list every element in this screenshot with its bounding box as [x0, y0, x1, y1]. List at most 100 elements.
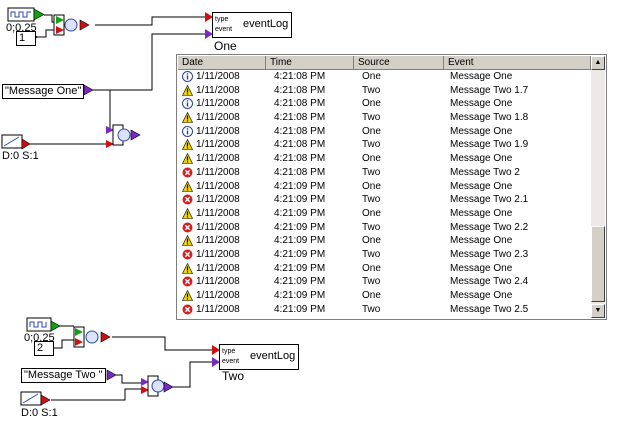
cell-time: 4:21:09 PM [274, 262, 326, 274]
cell-source: Two [362, 221, 381, 233]
cell-date: 1/11/2008 [196, 207, 240, 219]
cell-time: 4:21:09 PM [274, 221, 326, 233]
error-icon [182, 222, 193, 233]
column-header-event[interactable]: Event [444, 56, 591, 70]
eventlog-pin-event: event [215, 26, 233, 33]
message-block-top[interactable]: "Message One" [2, 84, 85, 99]
table-row[interactable]: 1/11/2008 4:21:09 PM Two Message Two 2.4 [178, 275, 591, 289]
cell-event: Message Two 2.2 [450, 221, 529, 233]
cell-source: One [362, 153, 381, 165]
column-header-date[interactable]: Date [178, 56, 266, 70]
table-row[interactable]: 1/11/2008 4:21:08 PM Two Message Two 1.9 [178, 138, 591, 152]
cell-event: Message Two 2.1 [450, 194, 529, 206]
switch-icon-msg-top [117, 128, 131, 142]
cell-date: 1/11/2008 [196, 303, 240, 315]
cell-date: 1/11/2008 [196, 194, 240, 206]
warning-icon [182, 180, 193, 192]
table-row[interactable]: 1/11/2008 4:21:09 PM Two Message Two 2.3 [178, 248, 591, 262]
timer-block [7, 7, 35, 22]
dispatcher-label-bottom: D:0 S:1 [21, 407, 58, 419]
message-block-bottom[interactable]: "Message Two " [21, 368, 106, 383]
eventlog-pin-type: type [215, 16, 229, 23]
eventlog-caption-bottom: Two [222, 369, 245, 383]
cell-date: 1/11/2008 [196, 276, 240, 288]
cell-time: 4:21:09 PM [274, 276, 326, 288]
warning-icon [182, 235, 193, 247]
warning-icon [182, 207, 193, 219]
cell-source: One [362, 180, 381, 192]
cell-event: Message One [450, 180, 513, 192]
eventlog-pin-event: event [222, 358, 240, 365]
table-row[interactable]: 1/11/2008 4:21:09 PM One Message One [178, 207, 591, 221]
error-icon [182, 167, 193, 178]
table-row[interactable]: 1/11/2008 4:21:09 PM One Message One [178, 289, 591, 303]
cell-source: One [362, 98, 381, 110]
cell-time: 4:21:09 PM [274, 235, 326, 247]
table-row[interactable]: 1/11/2008 4:21:09 PM One Message One [178, 234, 591, 248]
cell-event: Message Two 1.8 [450, 112, 529, 124]
constant-block-top[interactable]: 1 [16, 31, 36, 46]
warning-icon [182, 112, 193, 123]
cell-date: 1/11/2008 [196, 262, 240, 274]
eventlog-block-top[interactable]: type event eventLog [212, 12, 292, 38]
warning-icon [182, 262, 193, 274]
table-row[interactable]: 1/11/2008 4:21:09 PM One Message One [178, 180, 591, 194]
cell-source: Two [362, 194, 381, 206]
table-row[interactable]: 1/11/2008 4:21:08 PM One Message One [178, 97, 591, 111]
warning-icon [182, 139, 193, 151]
warning-icon [182, 153, 193, 164]
eventlog-block-bottom[interactable]: type event eventLog [219, 344, 299, 370]
cell-date: 1/11/2008 [196, 139, 240, 151]
info-icon [182, 71, 193, 82]
table-row[interactable]: 1/11/2008 4:21:08 PM Two Message Two 1.8 [178, 111, 591, 125]
cell-date: 1/11/2008 [196, 290, 240, 301]
table-row[interactable]: 1/11/2008 4:21:08 PM Two Message Two 2 [178, 166, 591, 180]
table-row[interactable]: 1/11/2008 4:21:09 PM Two Message Two 2.1 [178, 193, 591, 207]
table-row[interactable]: 1/11/2008 4:21:08 PM Two Message Two 1.7 [178, 84, 591, 98]
table-row[interactable]: 1/11/2008 4:21:08 PM One Message One [178, 125, 591, 139]
scroll-thumb[interactable] [591, 226, 605, 302]
cell-time: 4:21:09 PM [274, 248, 326, 260]
table-row[interactable]: 1/11/2008 4:21:08 PM One Message One [178, 70, 591, 84]
cell-time: 4:21:09 PM [274, 290, 326, 301]
event-log-table[interactable]: Date Time Source Event 1/11/2008 4:21:08 … [176, 54, 607, 320]
cell-time: 4:21:09 PM [274, 207, 326, 219]
eventlog-caption-top: One [214, 39, 237, 53]
table-body: 1/11/2008 4:21:08 PM One Message One 1/11/20… [178, 70, 591, 318]
cell-source: One [362, 71, 381, 82]
table-row[interactable]: 1/11/2008 4:21:09 PM Two Message Two 2.5 [178, 303, 591, 317]
cell-time: 4:21:09 PM [274, 180, 326, 192]
cell-source: Two [362, 248, 381, 260]
cell-source: Two [362, 276, 381, 288]
scroll-up-button[interactable]: ▲ [591, 56, 605, 70]
table-row[interactable]: 1/11/2008 4:21:08 PM One Message One [178, 152, 591, 166]
column-header-time[interactable]: Time [266, 56, 354, 70]
cell-time: 4:21:08 PM [274, 125, 326, 137]
cell-time: 4:21:08 PM [274, 112, 326, 124]
cell-date: 1/11/2008 [196, 235, 240, 247]
cell-time: 4:21:09 PM [274, 194, 326, 206]
constant-block-bottom[interactable]: 2 [34, 341, 54, 356]
vertical-scrollbar[interactable]: ▲ ▼ [591, 56, 605, 318]
switch-icon-bottom [85, 330, 99, 344]
switch-icon-top [64, 18, 78, 32]
eventlog-title: eventLog [243, 18, 289, 30]
cell-date: 1/11/2008 [196, 112, 240, 124]
info-icon [182, 98, 193, 110]
cell-date: 1/11/2008 [196, 71, 240, 82]
cell-time: 4:21:08 PM [274, 166, 326, 178]
cell-time: 4:21:08 PM [274, 153, 326, 165]
table-row[interactable]: 1/11/2008 4:21:09 PM Two Message Two 2.2 [178, 221, 591, 235]
table-header: Date Time Source Event [178, 56, 591, 70]
table-row[interactable]: 1/11/2008 4:21:09 PM One Message One [178, 262, 591, 276]
cell-event: Message One [450, 153, 513, 165]
cell-time: 4:21:08 PM [274, 71, 326, 82]
column-header-source[interactable]: Source [354, 56, 444, 70]
warning-icon [182, 290, 193, 301]
cell-date: 1/11/2008 [196, 153, 240, 165]
cell-event: Message Two 2.3 [450, 248, 529, 260]
scroll-down-button[interactable]: ▼ [591, 304, 605, 318]
cell-time: 4:21:08 PM [274, 84, 326, 96]
error-icon [182, 249, 193, 260]
cell-source: Two [362, 166, 381, 178]
